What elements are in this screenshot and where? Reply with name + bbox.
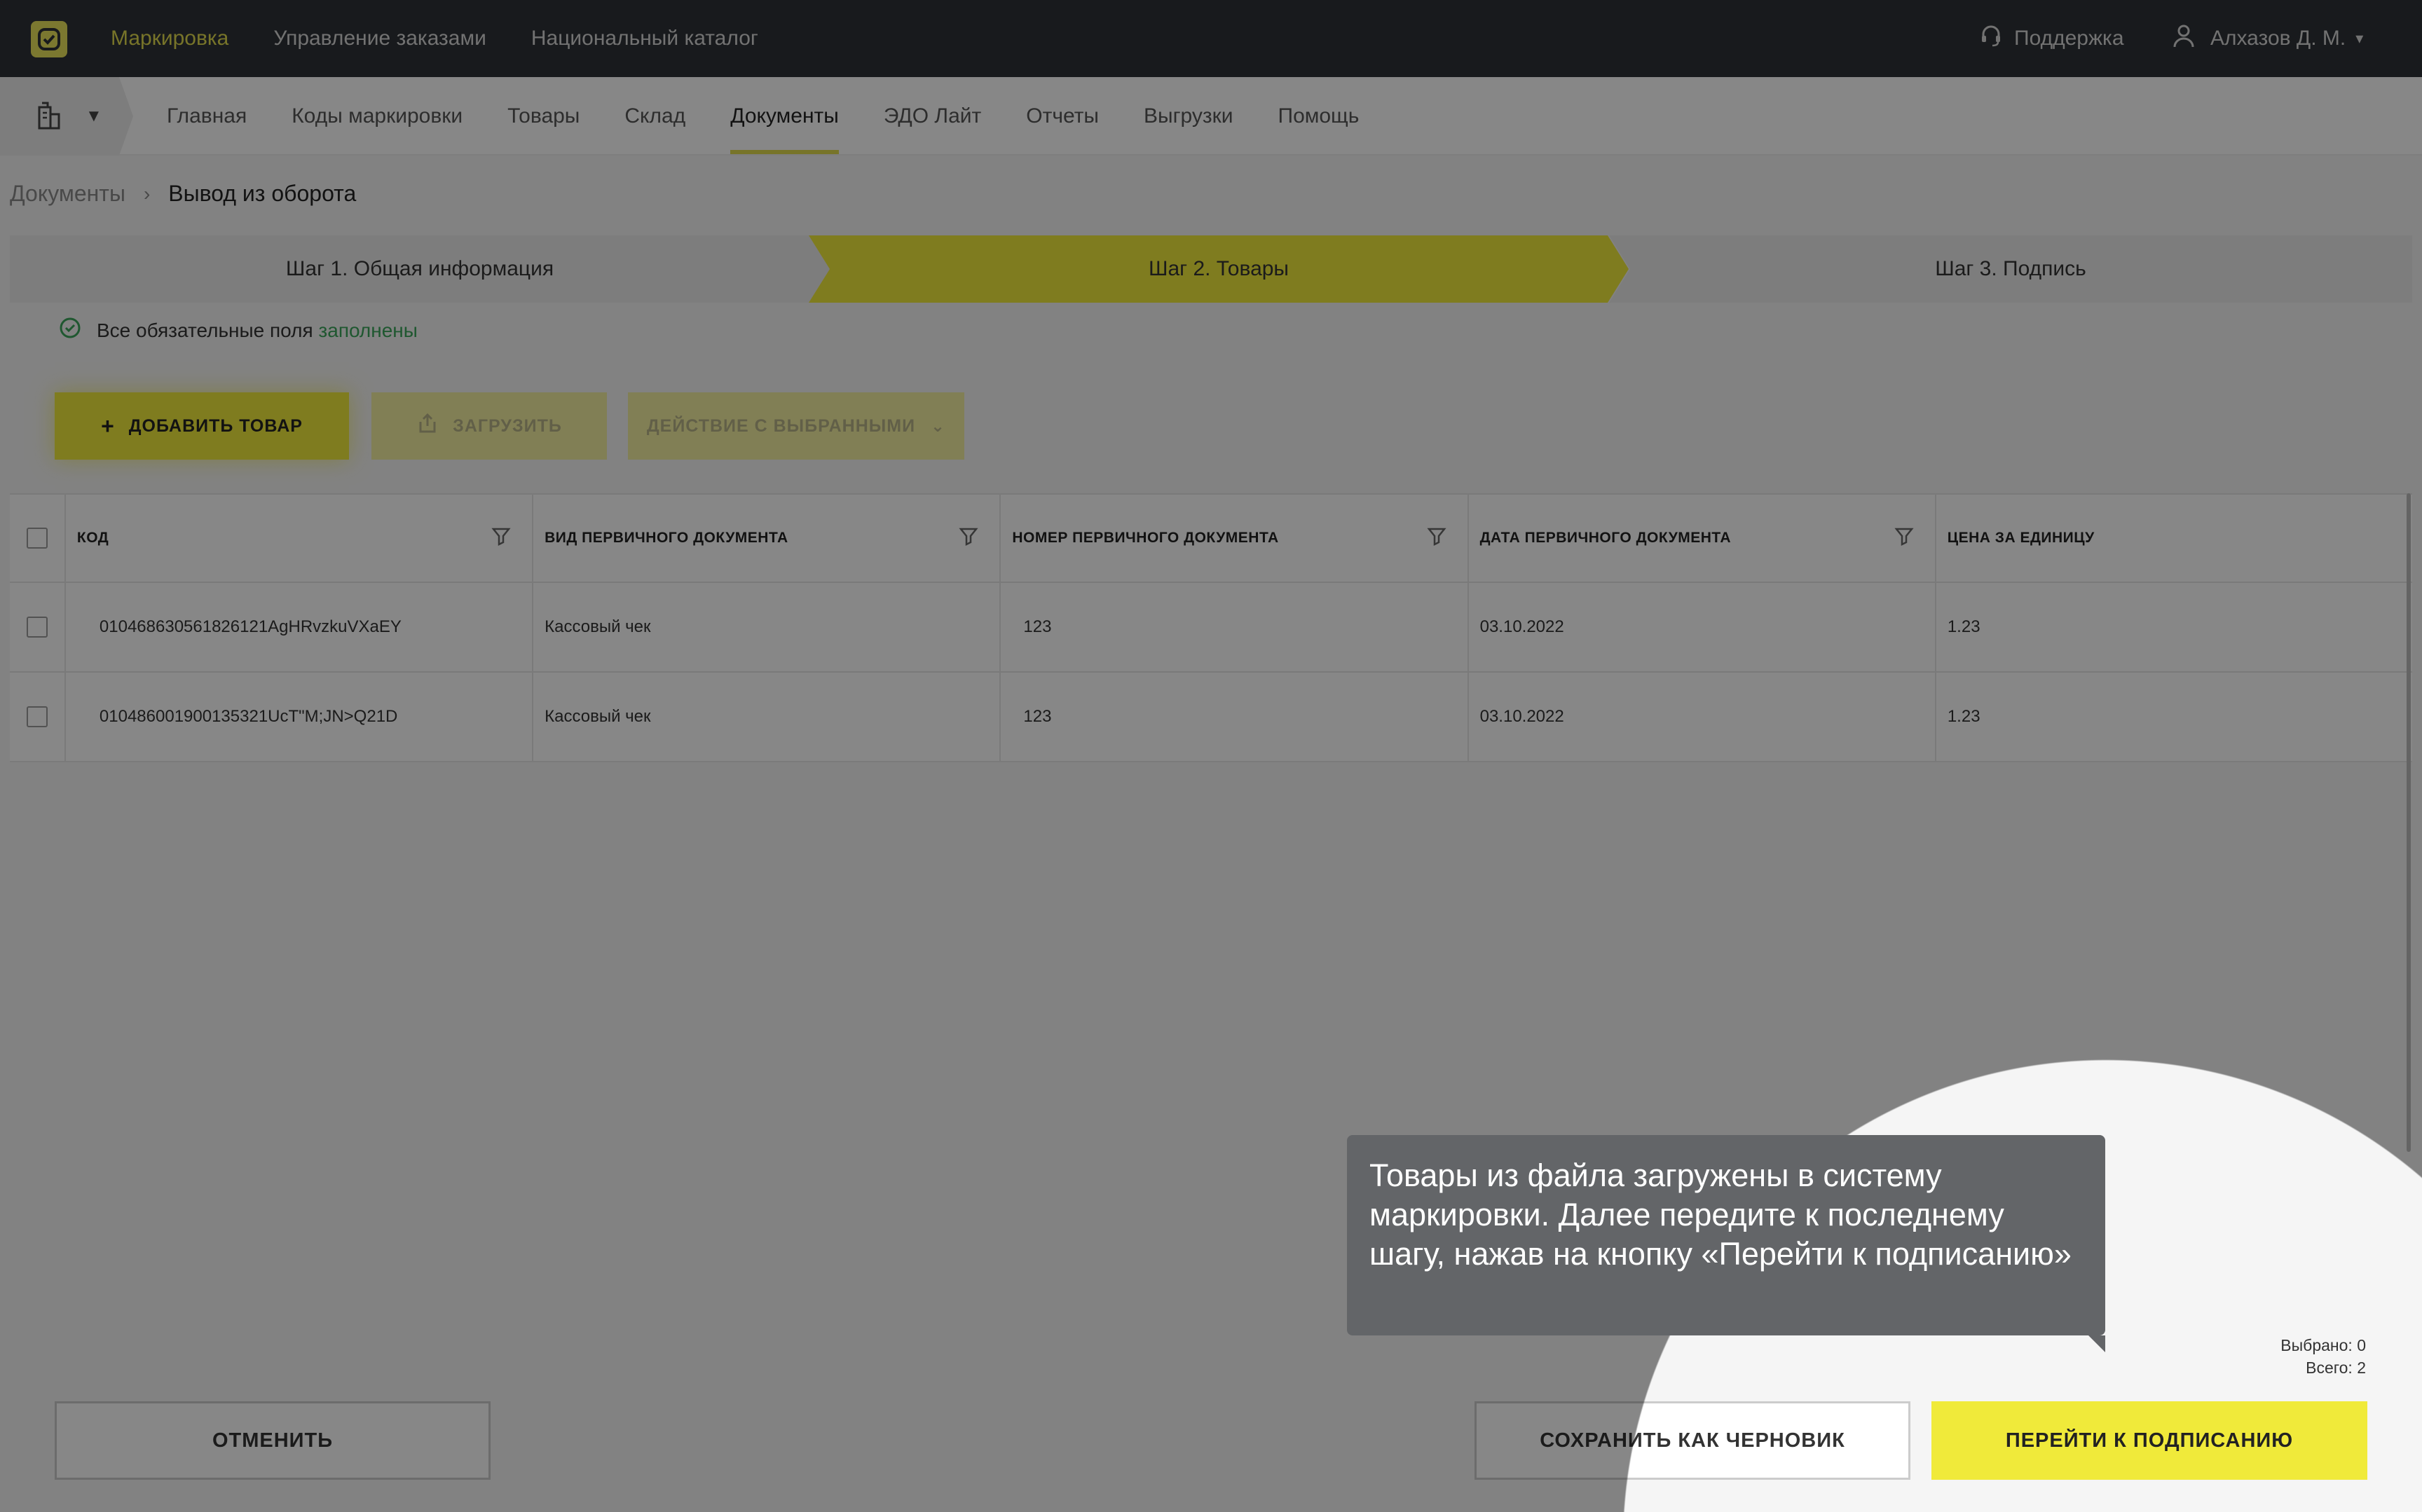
table-header: КОД ВИД ПЕРВИЧНОГО ДОКУМЕНТА НОМЕР ПЕРВИ… xyxy=(10,493,2412,583)
select-all-cell xyxy=(10,495,66,582)
selected-count: Выбрано: 0 xyxy=(2280,1336,2366,1354)
row-select-cell xyxy=(10,673,66,761)
sub-nav: ▼ Главная Коды маркировки Товары Склад Д… xyxy=(0,77,2422,156)
section-tabs: Главная Коды маркировки Товары Склад Док… xyxy=(167,77,1404,156)
table-body: 010468630561826121AgHRvzkuVXaEY Кассовый… xyxy=(10,583,2412,762)
selection-counts: Выбрано: 0 Всего: 2 xyxy=(2280,1334,2366,1379)
col-doc-number: НОМЕР ПЕРВИЧНОГО ДОКУМЕНТА xyxy=(1001,495,1469,582)
caret-down-icon: ▾ xyxy=(2355,29,2364,47)
table-row[interactable]: 010468630561826121AgHRvzkuVXaEY Кассовый… xyxy=(10,583,2412,673)
status-highlight: заполнены xyxy=(318,319,418,341)
col-doc-number-label: НОМЕР ПЕРВИЧНОГО ДОКУМЕНТА xyxy=(1012,530,1279,546)
top-bar: Маркировка Управление заказами Националь… xyxy=(0,0,2422,77)
col-doc-date-label: ДАТА ПЕРВИЧНОГО ДОКУМЕНТА xyxy=(1479,530,1732,546)
cell-doc-number: 123 xyxy=(1001,673,1469,761)
cell-unit-price: 1.23 xyxy=(1947,617,1980,636)
add-product-button[interactable]: + ДОБАВИТЬ ТОВАР xyxy=(55,392,349,460)
bulk-action-label: ДЕЙСТВИЕ С ВЫБРАННЫМИ xyxy=(646,415,916,436)
cell-doc-type: Кассовый чек xyxy=(533,673,1001,761)
col-doc-type-label: ВИД ПЕРВИЧНОГО ДОКУМЕНТА xyxy=(545,530,788,546)
tour-tooltip: Товары из файла загружены в систему марк… xyxy=(1347,1135,2105,1352)
tab-documents[interactable]: Документы xyxy=(730,77,839,156)
tab-goods[interactable]: Товары xyxy=(507,77,580,156)
cancel-button[interactable]: ОТМЕНИТЬ xyxy=(55,1401,491,1480)
tab-help[interactable]: Помощь xyxy=(1278,77,1360,156)
upload-button[interactable]: ЗАГРУЗИТЬ xyxy=(371,392,607,460)
user-icon xyxy=(2173,24,2195,53)
go-to-signing-button[interactable]: ПЕРЕЙТИ К ПОДПИСАНИЮ xyxy=(1931,1401,2367,1480)
breadcrumb-documents[interactable]: Документы xyxy=(10,181,125,207)
step-general-info[interactable]: Шаг 1. Общая информация xyxy=(10,235,830,303)
cell-doc-date: 03.10.2022 xyxy=(1469,673,1936,761)
user-name: Алхазов Д. М. xyxy=(2210,27,2346,50)
headset-icon xyxy=(1980,25,2002,53)
col-code-label: КОД xyxy=(76,530,109,546)
cell-doc-date: 03.10.2022 xyxy=(1469,583,1936,671)
support-label: Поддержка xyxy=(2014,27,2124,50)
tab-edo-lite[interactable]: ЭДО Лайт xyxy=(884,77,981,156)
topnav-catalog[interactable]: Национальный каталог xyxy=(531,27,758,50)
col-doc-type: ВИД ПЕРВИЧНОГО ДОКУМЕНТА xyxy=(533,495,1001,582)
chevron-down-icon: ⌄ xyxy=(931,416,946,436)
cell-doc-number: 123 xyxy=(1001,583,1469,671)
col-doc-date: ДАТА ПЕРВИЧНОГО ДОКУМЕНТА xyxy=(1469,495,1936,582)
col-unit-price: ЦЕНА ЗА ЕДИНИЦУ xyxy=(1936,495,2412,582)
topnav-markirovka[interactable]: Маркировка xyxy=(111,27,228,50)
bulk-action-dropdown[interactable]: ДЕЙСТВИЕ С ВЫБРАННЫМИ ⌄ xyxy=(628,392,964,460)
status-text: Все обязательные поля xyxy=(97,319,313,341)
user-menu[interactable]: Алхазов Д. М. ▾ xyxy=(2173,0,2363,77)
select-all-checkbox[interactable] xyxy=(26,528,48,549)
plus-icon: + xyxy=(101,413,115,439)
tab-main[interactable]: Главная xyxy=(167,77,247,156)
breadcrumb: Документы › Вывод из оборота xyxy=(10,181,356,207)
tab-reports[interactable]: Отчеты xyxy=(1026,77,1099,156)
step-signature[interactable]: Шаг 3. Подпись xyxy=(1609,235,2412,303)
add-product-label: ДОБАВИТЬ ТОВАР xyxy=(128,415,303,436)
row-select-cell xyxy=(10,583,66,671)
save-draft-button[interactable]: СОХРАНИТЬ КАК ЧЕРНОВИК xyxy=(1475,1401,1910,1480)
chevron-down-icon: ▼ xyxy=(85,106,102,125)
cell-code: 010486001900135321UcT"M;JN>Q21D xyxy=(66,673,534,761)
cell-code: 010468630561826121AgHRvzkuVXaEY xyxy=(66,583,534,671)
validation-status: Все обязательные поля заполнены xyxy=(59,317,418,344)
row-checkbox[interactable] xyxy=(26,706,48,727)
filter-icon[interactable] xyxy=(1426,526,1446,550)
page-title: Вывод из оборота xyxy=(168,181,357,206)
col-code: КОД xyxy=(66,495,534,582)
logo-icon[interactable] xyxy=(31,21,67,57)
topnav-orders[interactable]: Управление заказами xyxy=(273,27,486,50)
step-goods[interactable]: Шаг 2. Товары xyxy=(809,235,1629,303)
org-selector[interactable]: ▼ xyxy=(0,77,133,156)
filter-icon[interactable] xyxy=(491,526,511,550)
filter-icon[interactable] xyxy=(959,526,978,550)
tab-warehouse[interactable]: Склад xyxy=(624,77,685,156)
support-link[interactable]: Поддержка xyxy=(1980,0,2124,77)
upload-icon xyxy=(416,412,439,440)
products-table: КОД ВИД ПЕРВИЧНОГО ДОКУМЕНТА НОМЕР ПЕРВИ… xyxy=(10,493,2412,762)
building-icon xyxy=(35,100,62,133)
upload-label: ЗАГРУЗИТЬ xyxy=(453,415,562,436)
tab-exports[interactable]: Выгрузки xyxy=(1144,77,1233,156)
top-nav: Маркировка Управление заказами Националь… xyxy=(111,0,803,77)
wizard-steps: Шаг 1. Общая информация Шаг 2. Товары Ша… xyxy=(10,235,2412,303)
cell-unit-price: 1.23 xyxy=(1947,707,1980,726)
filter-icon[interactable] xyxy=(1894,526,1914,550)
row-checkbox[interactable] xyxy=(26,617,48,638)
col-unit-price-label: ЦЕНА ЗА ЕДИНИЦУ xyxy=(1947,530,2095,546)
cell-doc-type: Кассовый чек xyxy=(533,583,1001,671)
vertical-scrollbar[interactable] xyxy=(2407,493,2411,1152)
chevron-right-icon: › xyxy=(143,182,151,205)
table-row[interactable]: 010486001900135321UcT"M;JN>Q21D Кассовый… xyxy=(10,673,2412,762)
check-circle-icon xyxy=(59,317,81,344)
total-count: Всего: 2 xyxy=(2306,1359,2366,1377)
tab-codes[interactable]: Коды маркировки xyxy=(292,77,463,156)
